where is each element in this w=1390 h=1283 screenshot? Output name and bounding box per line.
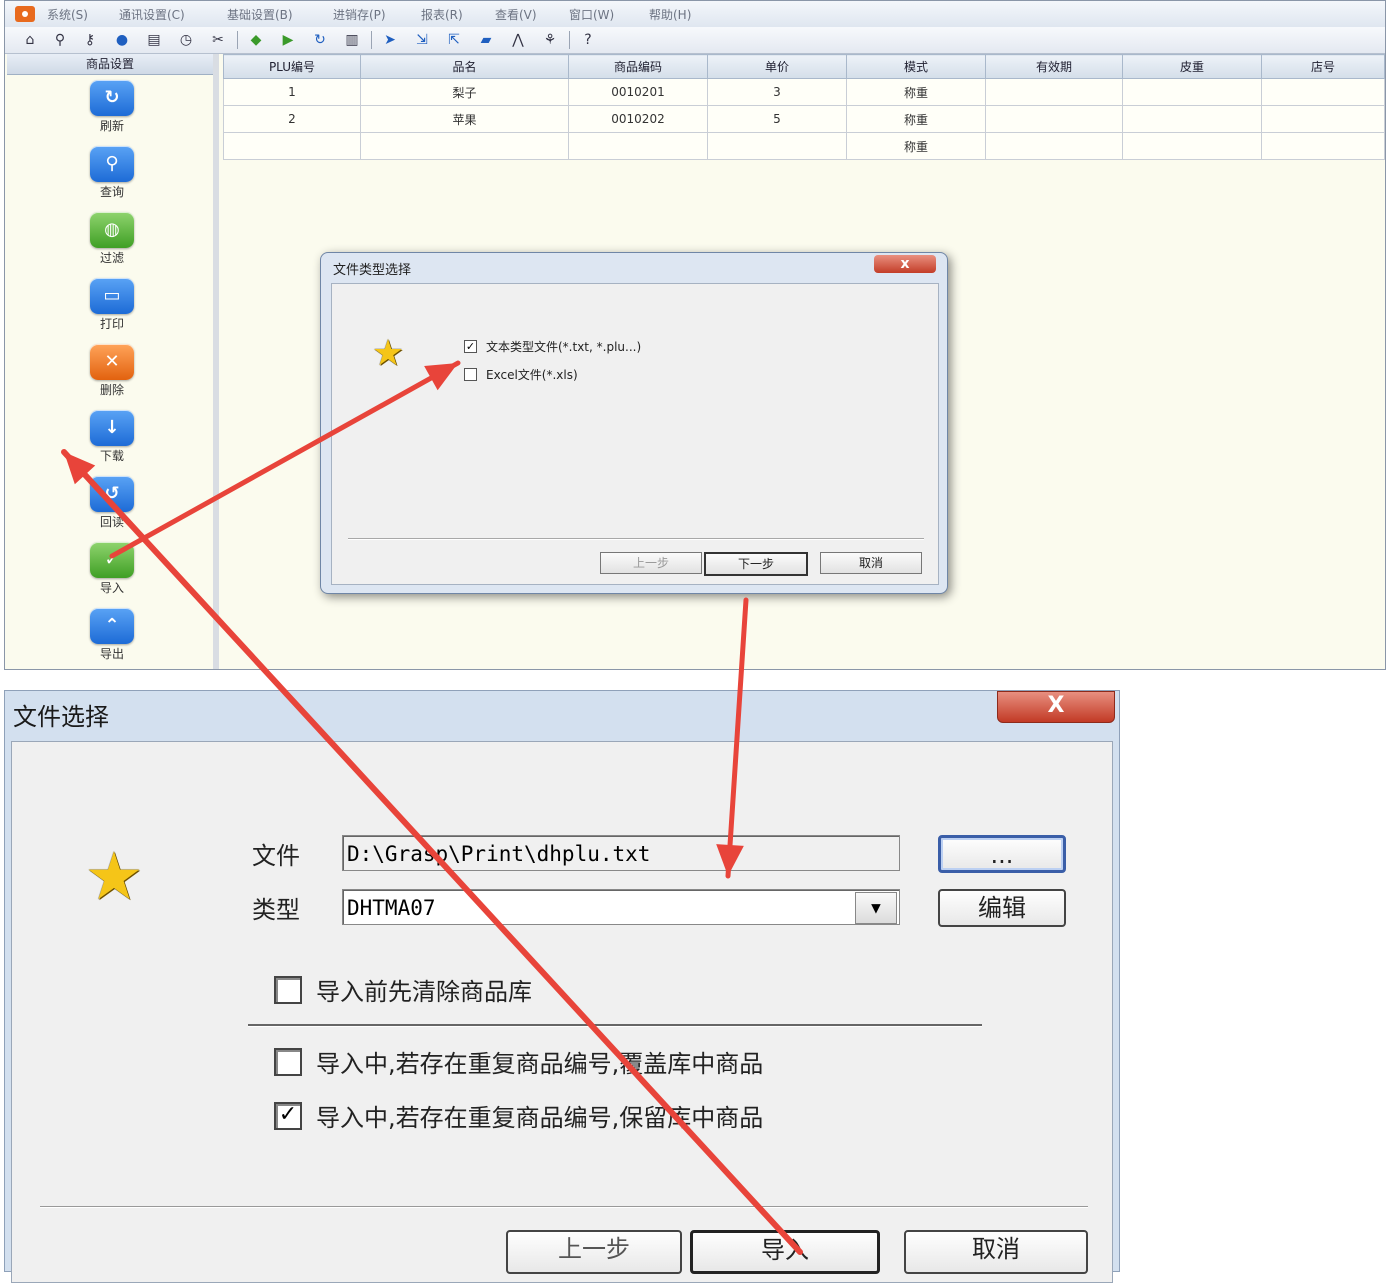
arrow-bottom-to-leftpanel (61, 449, 803, 1255)
arrow-import-to-filetype (109, 360, 461, 559)
arrow-dialog-to-fileselect (725, 597, 749, 879)
arrow-dialog-to-fileselect-head (716, 844, 744, 876)
annotation-overlay (61, 360, 803, 1255)
